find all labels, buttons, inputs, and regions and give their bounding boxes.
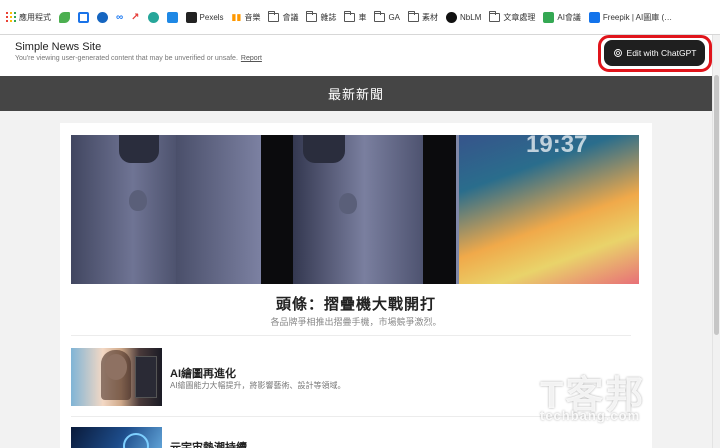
- camera-module-2: [303, 135, 345, 163]
- green-leaf-icon: [59, 11, 70, 23]
- camera-module-1: [119, 135, 159, 163]
- bookmark-nblm[interactable]: NbLM: [446, 11, 482, 23]
- apps-grid-icon: [6, 12, 16, 22]
- chatgpt-logo-icon: [613, 49, 622, 57]
- article-thumbnail: [71, 427, 162, 448]
- lockscreen-clock: 19:37: [526, 135, 588, 158]
- bookmark-pexels[interactable]: Pexels: [185, 11, 224, 23]
- edit-with-chatgpt-button[interactable]: Edit with ChatGPT: [604, 40, 705, 66]
- article-thumbnail: [71, 348, 162, 406]
- scrollbar-thumb[interactable]: [714, 75, 719, 335]
- folder-icon: [306, 10, 318, 22]
- headline-title[interactable]: 頭條：摺疊機大戰開打: [60, 293, 652, 314]
- folder-icon: [407, 10, 420, 22]
- report-link[interactable]: Report: [241, 55, 262, 62]
- folder-icon: [488, 10, 501, 22]
- news-card: 19:37 頭條：摺疊機大戰開打 各品牌爭相推出摺疊手機，市場競爭激烈。 AI繪…: [60, 123, 652, 448]
- phone-side: [176, 135, 261, 284]
- bookmark-music[interactable]: ▮▮ 音樂: [232, 12, 261, 23]
- article-title: 元宇宙熱潮持續: [170, 442, 247, 448]
- bookmark-folder-articles[interactable]: 文章處理: [488, 10, 536, 23]
- article-title: AI繪圖再進化: [170, 368, 236, 380]
- bookmark-label: GA: [388, 12, 401, 22]
- bookmark-label: 車: [358, 12, 367, 22]
- bookmark-teal[interactable]: [147, 11, 159, 23]
- page-body: 19:37 頭條：摺疊機大戰開打 各品牌爭相推出摺疊手機，市場競爭激烈。 AI繪…: [0, 111, 712, 448]
- scrollbar[interactable]: [712, 35, 720, 448]
- bookmark-blue-square[interactable]: [78, 11, 89, 23]
- headline-subtitle: 各品牌爭相推出摺疊手機，市場競爭激烈。: [270, 317, 442, 327]
- meta-infinity-icon: ∞: [116, 11, 124, 23]
- folder-icon: [344, 10, 356, 22]
- bookmark-leaf[interactable]: [59, 11, 70, 23]
- bookmark-label: Freepik | AI圖庫 (…: [602, 12, 673, 22]
- blue-square-icon: [78, 11, 89, 23]
- bookmark-folder-meeting[interactable]: 會議: [268, 10, 299, 23]
- thumbnail-hair: [101, 350, 131, 400]
- bookmark-folder-ga[interactable]: GA: [374, 10, 401, 22]
- site-header: Simple News Site You're viewing user-gen…: [0, 35, 712, 76]
- divider: [71, 335, 631, 336]
- blue-app-icon: [166, 11, 178, 23]
- bookmark-folder-magazine[interactable]: 雜誌: [306, 10, 337, 23]
- content-notice: You're viewing user-generated content th…: [15, 55, 262, 62]
- music-bars-icon: ▮▮: [231, 11, 242, 22]
- bookmark-label: 應用程式: [19, 12, 51, 22]
- headline-image[interactable]: 19:37: [71, 135, 639, 284]
- bookmark-ai-meeting[interactable]: AI會議: [543, 11, 581, 23]
- divider: [71, 416, 631, 417]
- bookmark-blue-app[interactable]: [166, 11, 178, 23]
- bookmark-label: 會議: [282, 12, 299, 22]
- notice-text: You're viewing user-generated content th…: [15, 55, 238, 62]
- notebooklm-icon: [446, 11, 458, 23]
- bookmark-label: 文章處理: [503, 12, 536, 22]
- edit-button-label: Edit with ChatGPT: [626, 48, 697, 58]
- bookmark-label: 雜誌: [320, 12, 337, 22]
- bookmark-apps[interactable]: 應用程式: [6, 12, 51, 23]
- thumbnail-screen: [135, 356, 157, 398]
- apple-logo-icon: [129, 190, 147, 211]
- bookmark-freepik[interactable]: Freepik | AI圖庫 (…: [588, 11, 673, 23]
- bookmark-meta[interactable]: ∞: [116, 12, 123, 23]
- article-desc: AI繪圖能力大幅提升，將影響藝術、設計等領域。: [170, 381, 346, 390]
- apple-logo-icon: [339, 193, 357, 214]
- bookmark-label: 素材: [422, 12, 439, 22]
- freepik-icon: [588, 11, 600, 23]
- bookmark-trend[interactable]: ↗: [131, 12, 139, 23]
- bookmark-label: NbLM: [460, 12, 482, 22]
- bookmark-label: 音樂: [244, 12, 261, 22]
- news-nav-bar: 最新新聞: [0, 76, 712, 111]
- folder-icon: [268, 10, 280, 22]
- thumbnail-ring: [123, 433, 149, 448]
- bookmark-label: Pexels: [199, 12, 224, 22]
- trend-arrow-icon: ↗: [131, 11, 140, 23]
- bookmark-label: AI會議: [557, 12, 581, 22]
- browser-window: 應用程式 ∞ ↗ Pexels ▮▮ 音樂 會議 雜誌 車 GA 素材 NbLM…: [0, 0, 720, 448]
- bookmarks-bar: 應用程式 ∞ ↗ Pexels ▮▮ 音樂 會議 雜誌 車 GA 素材 NbLM…: [0, 0, 720, 35]
- c-logo-icon: [97, 11, 108, 23]
- teal-s-icon: [147, 11, 159, 23]
- pexels-icon: [185, 11, 197, 23]
- bookmark-folder-car[interactable]: 車: [344, 10, 367, 23]
- nav-title: 最新新聞: [327, 87, 384, 102]
- bookmark-c[interactable]: [97, 11, 108, 23]
- site-title: Simple News Site: [15, 41, 102, 53]
- folder-icon: [374, 10, 386, 22]
- green-sheet-icon: [543, 11, 555, 23]
- bookmark-folder-assets[interactable]: 素材: [407, 10, 439, 23]
